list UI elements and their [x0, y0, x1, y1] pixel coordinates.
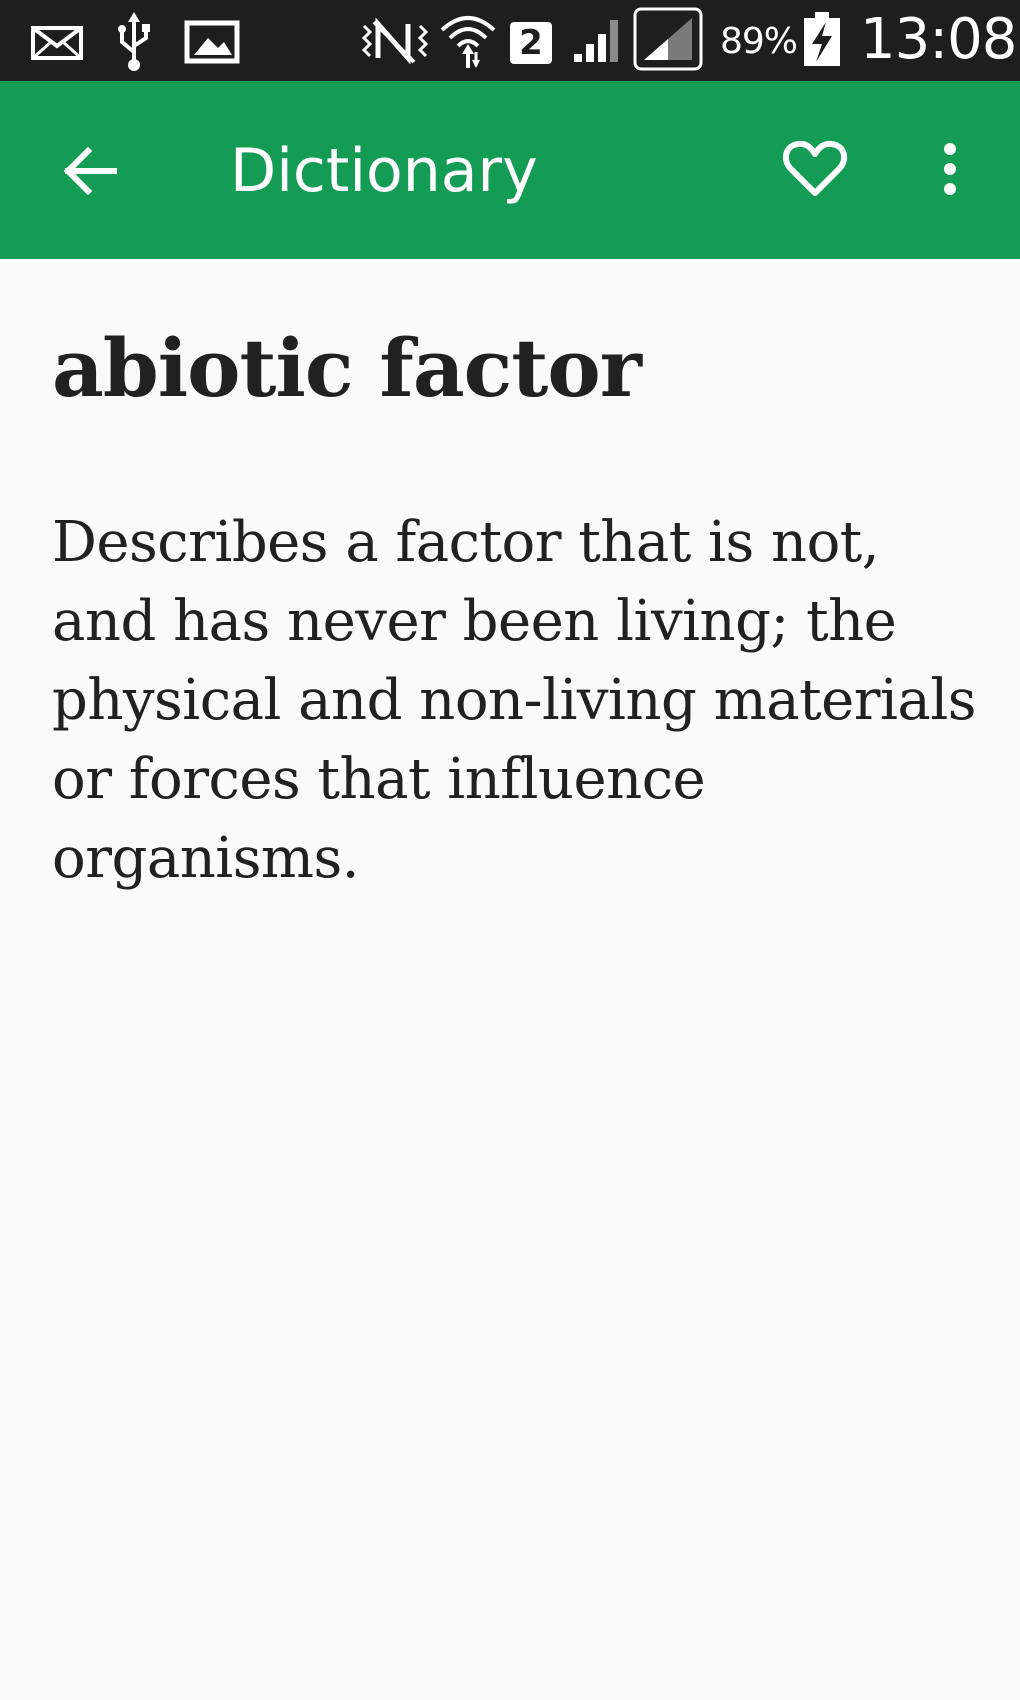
- usb-icon: [118, 12, 150, 71]
- status-clock: 13:08: [860, 7, 1017, 72]
- gallery-icon: [184, 20, 240, 64]
- sim-2-icon: 2: [510, 22, 552, 64]
- sim-label: 2: [519, 23, 543, 63]
- mail-icon: [31, 26, 83, 60]
- signal-icon: [633, 7, 703, 71]
- entry-term: abiotic factor: [52, 321, 642, 415]
- screen: 2 89% 13:08 Dictionary abiotic factor De…: [0, 0, 1020, 1700]
- nfc-icon: [361, 18, 429, 64]
- battery-charging-icon: [804, 12, 840, 66]
- entry-definition: Describes a factor that is not, and has …: [52, 510, 976, 891]
- arrow-left-icon: [63, 147, 117, 195]
- app-bar: Dictionary: [0, 81, 1020, 259]
- favorite-button[interactable]: [772, 129, 858, 209]
- heart-outline-icon: [782, 140, 848, 196]
- battery-percent: 89%: [720, 21, 798, 62]
- dictionary-entry: abiotic factor Describes a factor that i…: [52, 259, 982, 898]
- app-title: Dictionary: [230, 136, 538, 206]
- signal-icon: [574, 20, 618, 62]
- more-vertical-icon: [944, 143, 956, 195]
- more-options-button[interactable]: [920, 129, 980, 209]
- back-button[interactable]: [40, 133, 140, 209]
- wifi-icon: [440, 16, 496, 68]
- status-bar: 2 89% 13:08: [0, 0, 1020, 81]
